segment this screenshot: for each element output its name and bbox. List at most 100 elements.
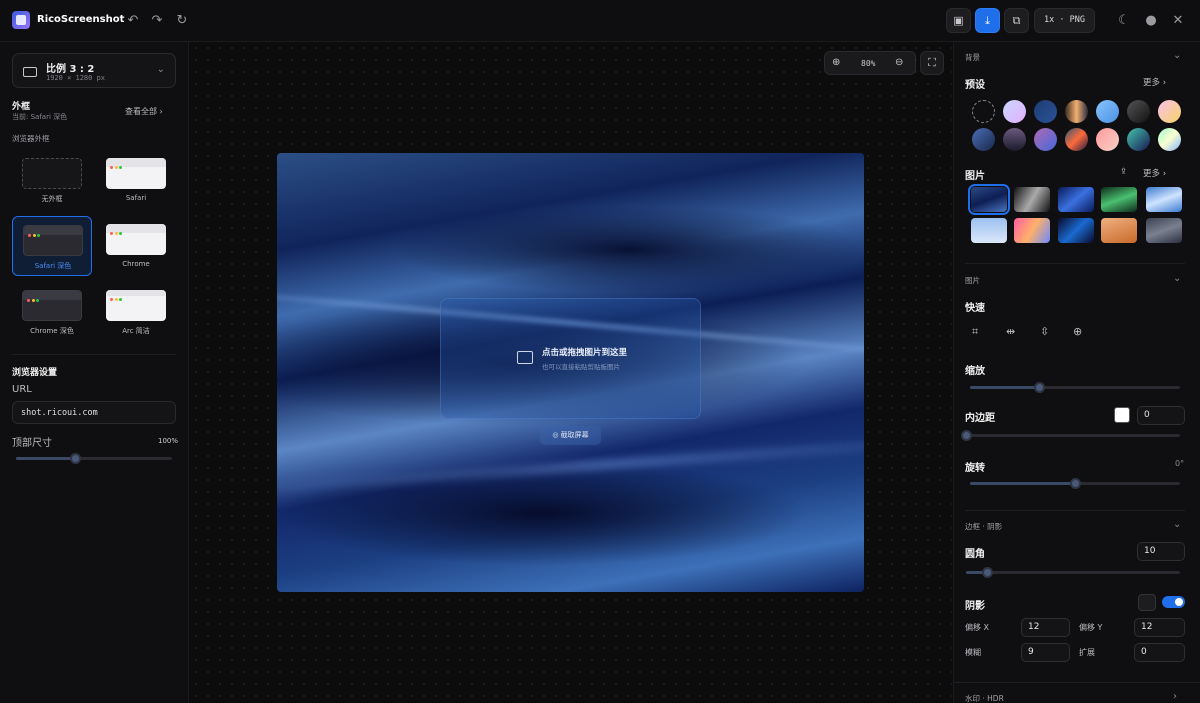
shadow-toggle[interactable] [1162,596,1185,608]
center-icon[interactable]: ⊕ [1073,325,1082,338]
frame-title: 外框 [12,102,31,112]
swatch-coral[interactable] [1096,128,1119,151]
undo-icon[interactable]: ↶ [124,12,142,30]
slider-knob[interactable] [1034,382,1046,393]
slider-knob[interactable] [961,430,972,441]
swatch-violet[interactable] [1034,128,1057,151]
swatch-bronze[interactable] [1065,100,1088,123]
bg-image-desert[interactable] [1101,218,1137,243]
padding-color-swatch[interactable] [1114,407,1130,423]
app-title: RicoScreenshot [37,14,125,25]
watermark-section-title: 水印 · HDR [965,694,1004,703]
github-icon[interactable]: ● [1142,12,1160,30]
offset-x-input[interactable]: 12 [1021,618,1070,637]
bg-image-clouds[interactable] [1146,187,1182,212]
chevron-down-icon[interactable]: ⌄ [1173,519,1181,530]
swatch-dusk[interactable] [1003,128,1026,151]
bg-image-mono[interactable] [1014,187,1050,212]
flip-vertical-icon[interactable]: ⇳ [1040,325,1049,338]
swatch-sky[interactable] [1096,100,1119,123]
copy-button[interactable]: ⧉ [1004,8,1029,33]
blur-input[interactable]: 9 [1021,643,1070,662]
ratio-title: 比例 3 : 2 [46,64,95,75]
frame-option-arc[interactable]: Arc 简洁 [96,282,176,342]
frame-option-chrome-dark[interactable]: Chrome 深色 [12,282,92,342]
padding-input[interactable]: 0 [1137,406,1185,425]
bg-image-sky[interactable] [971,218,1007,243]
bg-image-wave[interactable] [1058,187,1094,212]
frame-thumb [22,290,82,321]
more-label: 更多 [1143,78,1161,88]
upload-icon[interactable]: ⇪ [1120,167,1127,177]
image-dropzone[interactable]: 点击或拖拽图片到这里 也可以直接粘贴剪贴板图片 [440,298,701,419]
bg-image-aurora[interactable] [1101,187,1137,212]
bg-image-dunes[interactable] [1146,218,1182,243]
image-button[interactable]: ▣ [946,8,971,33]
scale-slider[interactable] [970,382,1180,393]
slider-knob[interactable] [1070,478,1081,489]
border-section-title: 边框 · 阴影 [965,522,1003,531]
shadow-style-button[interactable] [1138,594,1156,611]
radius-slider[interactable] [966,567,1180,578]
more-label: 更多 [1143,169,1161,179]
swatch-lavender[interactable] [1003,100,1026,123]
bg-image-gradient[interactable] [1014,218,1050,243]
export-format-button[interactable]: 1x · PNG [1034,8,1095,33]
frame-option-chrome[interactable]: Chrome [96,216,176,276]
swatch-none[interactable] [972,100,995,123]
slider-knob[interactable] [70,453,82,464]
slider-knob[interactable] [982,567,994,578]
top-size-slider[interactable] [16,453,172,464]
swatch-teal[interactable] [1127,128,1150,151]
image-section-title: 图片 [965,276,980,285]
swatch-charcoal[interactable] [1127,100,1150,123]
zoom-in-icon[interactable]: ⊕ [832,57,840,68]
ratio-selector[interactable]: 比例 3 : 2 1920 × 1280 px ⌄ [12,53,176,88]
frame-option-safari-dark[interactable]: Safari 深色 [12,216,92,276]
chevron-down-icon[interactable]: ⌄ [1173,273,1181,284]
swatch-mint[interactable] [1158,128,1181,151]
presets-more-link[interactable]: 更多 › [1143,76,1166,88]
frame-label: Safari [125,194,147,202]
background-preview[interactable]: 点击或拖拽图片到这里 也可以直接粘贴剪贴板图片 ◎ 截取屏幕 [277,153,864,592]
chevron-down-icon: ⌄ [156,64,165,75]
offset-y-input[interactable]: 12 [1134,618,1185,637]
crop-icon[interactable]: ⌗ [972,325,978,339]
frame-option-none[interactable]: 无外框 [12,150,92,210]
bg-image-neon[interactable] [1058,218,1094,243]
theme-toggle-icon[interactable]: ☾ [1115,12,1133,30]
chevron-down-icon[interactable]: ⌄ [1173,50,1181,61]
images-more-link[interactable]: 更多 › [1143,167,1166,179]
swatch-slate[interactable] [972,128,995,151]
images-title: 图片 [965,171,985,182]
spread-input[interactable]: 0 [1134,643,1185,662]
swatch-navy[interactable] [1034,100,1057,123]
chevron-right-icon[interactable]: › [1173,691,1177,702]
fullscreen-button[interactable]: ⛶ [920,51,944,75]
frame-option-safari[interactable]: Safari [96,150,176,210]
view-all-link[interactable]: 查看全部 › [125,106,163,117]
flip-horizontal-icon[interactable]: ⇹ [1006,325,1015,338]
dropzone-subtitle: 也可以直接粘贴剪贴板图片 [542,363,620,371]
swatch-sunset[interactable] [1065,128,1088,151]
view-all-label: 查看全部 [125,107,157,116]
browser-settings-title: 浏览器设置 [12,368,58,378]
capture-screen-button[interactable]: ◎ 截取屏幕 [540,426,601,445]
radius-input[interactable]: 10 [1137,542,1185,561]
quick-title: 快速 [965,303,985,314]
download-button[interactable]: ⤓ [975,8,1000,33]
x-twitter-icon[interactable]: ✕ [1169,12,1187,30]
padding-slider[interactable] [961,430,1180,441]
url-input[interactable]: shot.ricoui.com [12,401,176,424]
redo-icon[interactable]: ↷ [148,12,166,30]
frame-label: Safari 深色 [34,262,72,270]
slider-fill [970,482,1075,485]
reset-icon[interactable]: ↻ [173,12,191,30]
zoom-out-icon[interactable]: ⊖ [895,57,903,68]
frame-thumb [22,158,82,189]
rotate-slider[interactable] [970,478,1180,489]
swatch-peach[interactable] [1158,100,1181,123]
bg-image-blue-silk[interactable] [968,184,1010,215]
frame-label: Arc 简洁 [122,327,150,335]
frame-thumb [23,225,83,256]
